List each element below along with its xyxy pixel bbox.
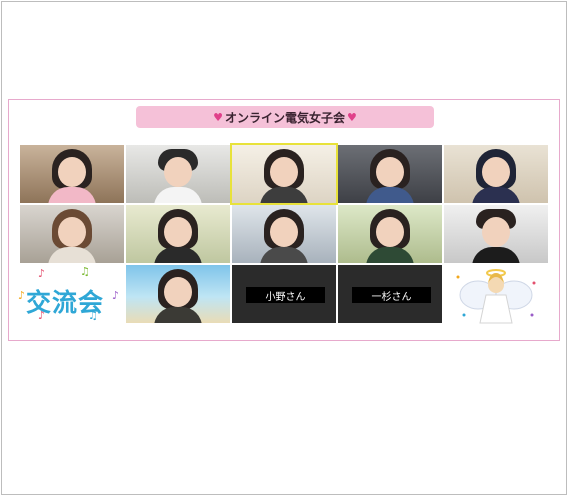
meeting-title: オンライン電気女子会 [224,110,345,125]
music-note-icon: ♪ [112,289,120,302]
video-tile-active [230,143,338,205]
video-tile [126,205,230,263]
music-note-icon: ♪ [38,267,46,280]
video-tile [444,205,548,263]
video-tile [126,145,230,203]
video-tile [338,145,442,203]
video-tile [20,145,124,203]
angel-illustration [456,269,536,324]
video-tile [126,265,230,323]
heart-icon: ♥ [213,110,223,124]
meeting-title-bar: ♥ オンライン電気女子会 ♥ [136,106,434,128]
participant-name-label: 小野さん [246,287,325,303]
event-logo-tile: ♪ ♫ ♪ ♪ ♪ ♫ 交流会 [14,265,124,323]
angel-illustration-tile [444,265,548,329]
video-tile [20,205,124,263]
participant-name-label: 一杉さん [352,287,431,303]
video-tile-camera-off: 一杉さん [338,265,442,323]
event-logo-text: 交流会 [26,288,105,317]
music-note-icon: ♪ [18,289,26,302]
heart-icon: ♥ [347,110,357,124]
video-tile-camera-off: 小野さん [232,265,336,323]
video-tile [444,145,548,203]
video-tile [338,205,442,263]
video-tile [232,205,336,263]
music-note-icon: ♫ [80,265,90,278]
